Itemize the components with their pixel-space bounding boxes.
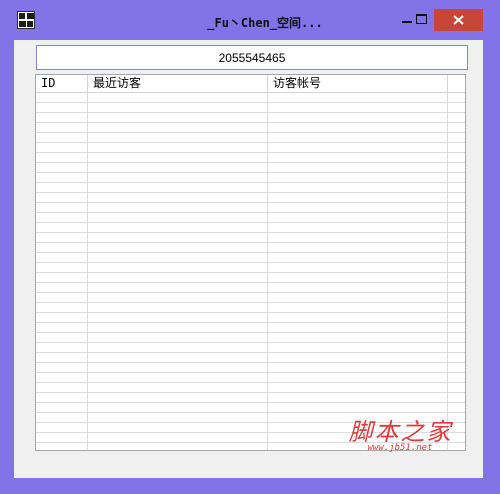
visitor-table[interactable]: ID 最近访客 访客帐号	[35, 74, 466, 451]
empty-table-row	[36, 383, 465, 393]
empty-table-row	[36, 133, 465, 143]
column-header-id[interactable]: ID	[36, 75, 88, 92]
empty-table-row	[36, 193, 465, 203]
empty-table-row	[36, 273, 465, 283]
maximize-icon	[416, 14, 427, 24]
title-bar[interactable]: _Fu丶Chen_空间...	[0, 0, 500, 40]
empty-table-row	[36, 243, 465, 253]
empty-table-row	[36, 213, 465, 223]
empty-table-row	[36, 173, 465, 183]
empty-table-row	[36, 163, 465, 173]
empty-table-row	[36, 303, 465, 313]
window-title: _Fu丶Chen_空间...	[207, 16, 323, 30]
empty-table-row	[36, 263, 465, 273]
empty-table-row	[36, 283, 465, 293]
empty-table-row	[36, 293, 465, 303]
empty-table-row	[36, 373, 465, 383]
watermark-logo: 脚本之家	[348, 418, 453, 446]
qq-number-input[interactable]	[36, 45, 468, 70]
empty-table-row	[36, 313, 465, 323]
empty-table-row	[36, 153, 465, 163]
column-header-recent-visitor[interactable]: 最近访客	[88, 75, 268, 92]
empty-table-row	[36, 343, 465, 353]
empty-table-row	[36, 333, 465, 343]
empty-table-row	[36, 143, 465, 153]
site-watermark: 脚本之家 www.jb51.net	[343, 412, 458, 462]
empty-table-row	[36, 353, 465, 363]
empty-table-row	[36, 203, 465, 213]
column-divider	[267, 93, 268, 450]
empty-table-row	[36, 253, 465, 263]
empty-table-row	[36, 113, 465, 123]
empty-table-row	[36, 103, 465, 113]
close-button[interactable]	[434, 9, 483, 31]
app-icon	[17, 11, 35, 29]
empty-table-row	[36, 123, 465, 133]
empty-table-row	[36, 323, 465, 333]
table-header: ID 最近访客 访客帐号	[36, 75, 465, 93]
maximize-button[interactable]	[410, 9, 433, 31]
empty-table-row	[36, 233, 465, 243]
column-divider	[87, 93, 88, 450]
empty-table-row	[36, 393, 465, 403]
table-body	[36, 93, 465, 450]
empty-table-row	[36, 363, 465, 373]
column-divider	[447, 93, 448, 450]
empty-table-row	[36, 183, 465, 193]
empty-table-row	[36, 93, 465, 103]
watermark-url: www.jb51.net	[367, 443, 433, 453]
empty-table-row	[36, 223, 465, 233]
close-icon	[453, 15, 464, 25]
column-header-visitor-account[interactable]: 访客帐号	[268, 75, 448, 92]
column-header-filler	[448, 75, 465, 92]
app-window: _Fu丶Chen_空间... ID 最近访客 访客帐号	[0, 0, 500, 494]
